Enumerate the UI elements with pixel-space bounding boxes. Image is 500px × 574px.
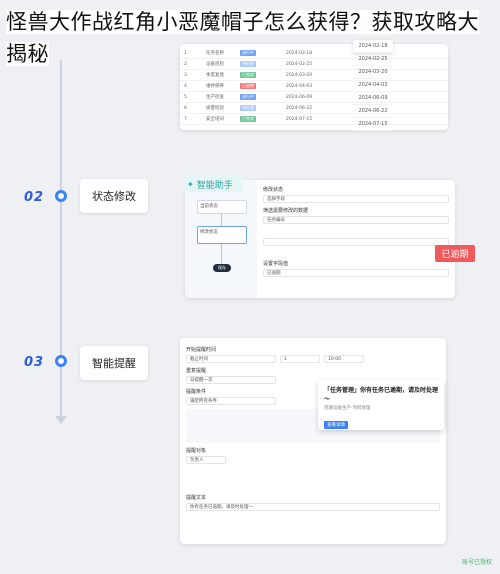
row-id: 6 — [184, 105, 187, 111]
field-select-value[interactable]: 已逾期 — [263, 269, 449, 277]
row-date: 2024-07-15 — [286, 116, 313, 122]
ai-assistant-badge[interactable]: ✦ 智能助手 — [183, 176, 243, 192]
row-name: 维修保养 — [206, 84, 224, 89]
flow-connector — [221, 214, 222, 226]
status-badge: 已逾期 — [240, 83, 256, 89]
table-row[interactable]: 7 安全培训 已完成 2024-07-15 — [180, 114, 448, 125]
flow-panel: 当前状态 修改状态 保存 — [185, 180, 257, 298]
watermark: 账号已授权 — [461, 559, 492, 566]
flow-connector — [221, 244, 222, 264]
row-date: 2024-06-09 — [286, 94, 313, 100]
table-row[interactable]: 6 质量检验 待处理 2024-06-22 — [180, 103, 448, 114]
date-option[interactable]: 2024-06-22 — [353, 105, 393, 118]
field-label-start: 开始提醒时间 — [186, 347, 217, 353]
status-badge: 待处理 — [240, 105, 256, 111]
status-badge: 已完成 — [240, 72, 256, 78]
status-badge: 已完成 — [240, 116, 256, 122]
field-label-target: 提醒对象 — [186, 448, 207, 454]
step-dot-02 — [55, 190, 67, 202]
notification-subtitle: 到期设备生产·项目管理 — [324, 406, 371, 411]
field-select-filter-2[interactable] — [263, 238, 449, 246]
row-id: 7 — [184, 116, 187, 122]
field-count[interactable]: 1 — [280, 355, 320, 363]
ai-assistant-label: 智能助手 — [196, 180, 233, 191]
field-time[interactable]: 10:00 — [324, 355, 364, 363]
field-select-filter[interactable]: 任务编号 — [263, 216, 449, 224]
step-dot-03 — [55, 355, 67, 367]
row-date: 2024-03-20 — [286, 72, 313, 78]
row-name: 生产检查 — [206, 95, 224, 100]
date-option[interactable]: 2024-06-09 — [353, 92, 393, 105]
field-select-modify[interactable]: 选择字段 — [263, 195, 449, 203]
row-name: 季度复盘 — [206, 73, 224, 78]
row-id: 3 — [184, 72, 187, 78]
field-label-value: 设置字段值 — [263, 261, 289, 267]
field-target[interactable]: 负责人 — [186, 456, 226, 464]
flow-node-modify[interactable]: 修改状态 — [197, 226, 247, 244]
field-select-condition[interactable]: 满足所有条件 — [186, 397, 276, 405]
status-form: 修改状态 选择字段 筛选需要修改的数据 任务编号 设置字段值 已逾期 — [263, 182, 449, 277]
timeline-arrow — [55, 416, 67, 424]
date-option[interactable]: 2024-04-03 — [353, 79, 393, 92]
field-select-start[interactable]: 截止时间 — [186, 355, 276, 363]
row-date: 2024-04-03 — [286, 83, 313, 89]
smart-reminder-card: 开始提醒时间 截止时间 1 10:00 重复提醒 日提醒一次 提醒条件 满足所有… — [180, 338, 446, 544]
step-label-reminder: 智能提醒 — [80, 346, 148, 380]
sparkle-icon: ✦ — [187, 179, 194, 189]
notification-view-button[interactable]: 查看详情 — [324, 421, 348, 429]
table-row[interactable]: 4 维修保养 已逾期 2024-04-03 — [180, 81, 448, 92]
status-edit-card: 当前状态 修改状态 保存 修改状态 选择字段 筛选需要修改的数据 任务编号 设置… — [185, 180, 455, 298]
flow-node-current[interactable]: 当前状态 — [197, 200, 247, 214]
flow-save-node[interactable]: 保存 — [213, 264, 231, 272]
status-badge: 进行中 — [240, 94, 256, 100]
field-text[interactable]: 你有任务已逾期，请及时处理～ — [186, 503, 440, 511]
step-label-status: 状态修改 — [80, 179, 148, 213]
row-name: 安全培训 — [206, 117, 224, 122]
step-number-02: 02 — [24, 190, 45, 205]
row-id: 4 — [184, 83, 187, 89]
overdue-tag: 已逾期 — [435, 245, 475, 262]
row-date: 2024-06-22 — [286, 105, 313, 111]
table-row[interactable]: 5 生产检查 进行中 2024-06-09 — [180, 92, 448, 103]
field-label-modify: 修改状态 — [263, 187, 284, 193]
row-id: 5 — [184, 94, 187, 100]
field-label-repeat: 重复提醒 — [186, 368, 207, 374]
row-name: 质量检验 — [206, 106, 224, 111]
field-label-filter: 筛选需要修改的数据 — [263, 208, 309, 214]
notification-popup[interactable]: 「任务管理」你有任务已逾期，请及时处理～ 到期设备生产·项目管理 查看详情 — [318, 380, 444, 430]
page-title: 怪兽大作战红角小恶魔帽子怎么获得？获取攻略大揭秘 — [6, 10, 479, 66]
notification-title: 「任务管理」你有任务已逾期，请及时处理～ — [324, 387, 439, 403]
step-number-03: 03 — [24, 355, 45, 370]
date-option[interactable]: 2024-07-15 — [353, 118, 393, 131]
table-row[interactable]: 3 季度复盘 已完成 2024-03-20 — [180, 70, 448, 81]
field-label-text: 提醒文本 — [186, 495, 207, 501]
field-select-repeat[interactable]: 日提醒一次 — [186, 376, 276, 384]
